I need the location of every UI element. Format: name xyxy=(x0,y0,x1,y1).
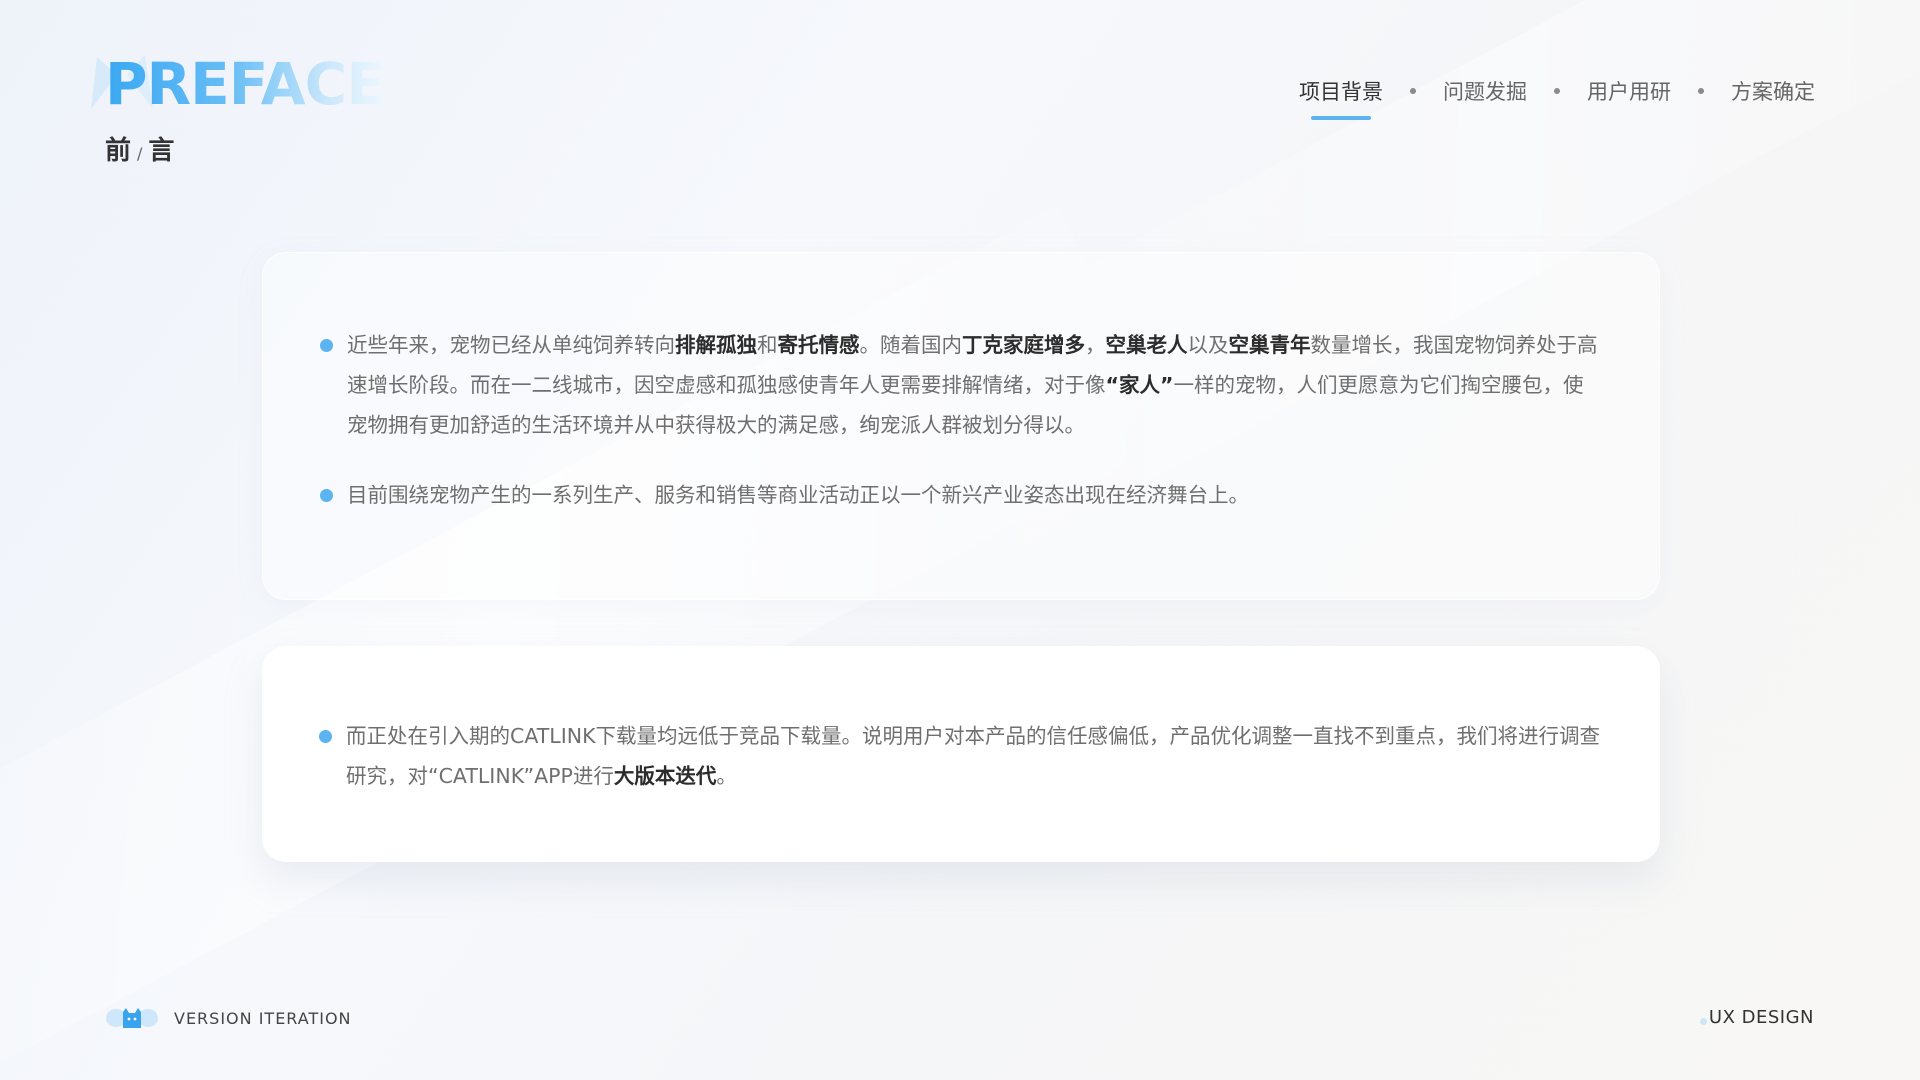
nav-separator-dot xyxy=(1698,88,1704,94)
cat-logo-icon xyxy=(106,1008,158,1028)
highlight-text: 寄托情感 xyxy=(777,333,860,357)
decor-dot-icon xyxy=(1699,1018,1707,1025)
highlight-text: 大版本迭代 xyxy=(613,764,717,788)
brand-block: PREFACE 前 / 言 xyxy=(91,50,386,166)
bullet-item: 而正处在引入期的CATLINK下载量均远低于竞品下载量。说明用户对本产品的信任感… xyxy=(319,716,1600,796)
nav-separator-dot xyxy=(1410,88,1416,94)
problem-card: 而正处在引入期的CATLINK下载量均远低于竞品下载量。说明用户对本产品的信任感… xyxy=(262,646,1660,862)
bullet-dot xyxy=(320,339,333,352)
highlight-text: 空巢青年 xyxy=(1228,333,1311,357)
nav-item-solution[interactable]: 方案确定 xyxy=(1731,76,1815,106)
highlight-text: 空巢老人 xyxy=(1105,333,1188,357)
footer-right: UX DESIGN xyxy=(1699,1007,1814,1028)
bullet-item: 近些年来，宠物已经从单纯饲养转向排解孤独和寄托情感。随着国内丁克家庭增多，空巢老… xyxy=(320,325,1599,445)
bullet-dot xyxy=(320,489,333,502)
page-title: PREFACE xyxy=(105,50,386,118)
bullet-item: 目前围绕宠物产生的一系列生产、服务和销售等商业活动正以一个新兴产业姿态出现在经济… xyxy=(320,475,1599,515)
nav-item-problem-discovery[interactable]: 问题发掘 xyxy=(1443,76,1527,106)
subtitle-separator: / xyxy=(137,144,143,163)
highlight-text: 丁克家庭增多 xyxy=(962,333,1085,357)
highlight-text: “家人” xyxy=(1105,373,1174,397)
nav-separator-dot xyxy=(1554,88,1560,94)
bullet-dot xyxy=(319,730,332,743)
subtitle-char: 言 xyxy=(148,136,175,166)
footer-left-label: VERSION ITERATION xyxy=(174,1008,352,1028)
highlight-text: 排解孤独 xyxy=(675,333,757,357)
nav-item-user-research[interactable]: 用户用研 xyxy=(1587,76,1671,106)
footer-right-label: UX DESIGN xyxy=(1708,1007,1814,1028)
background-card: 近些年来，宠物已经从单纯饲养转向排解孤独和寄托情感。随着国内丁克家庭增多，空巢老… xyxy=(262,252,1660,600)
section-nav: 项目背景 问题发掘 用户用研 方案确定 xyxy=(1299,76,1815,120)
bullet-text: 目前围绕宠物产生的一系列生产、服务和销售等商业活动正以一个新兴产业姿态出现在经济… xyxy=(347,483,1249,507)
page-subtitle: 前 / 言 xyxy=(105,130,174,167)
subtitle-char: 前 xyxy=(105,136,132,166)
footer-left: VERSION ITERATION xyxy=(106,1008,352,1028)
bullet-text: 近些年来，宠物已经从单纯饲养转向排解孤独和寄托情感。随着国内丁克家庭增多，空巢老… xyxy=(347,333,1598,437)
nav-item-project-background[interactable]: 项目背景 xyxy=(1299,76,1383,120)
bullet-text: 而正处在引入期的CATLINK下载量均远低于竞品下载量。说明用户对本产品的信任感… xyxy=(346,724,1601,788)
